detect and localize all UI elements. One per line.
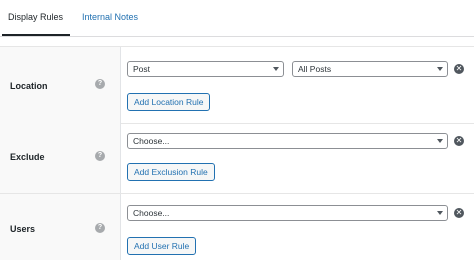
exclude-label-cell: Exclude ?: [0, 123, 121, 193]
tab-internal-notes[interactable]: Internal Notes: [82, 12, 138, 22]
location-type-select[interactable]: Post: [127, 61, 284, 77]
users-label: Users: [10, 224, 36, 234]
location-value-select[interactable]: All Posts: [292, 61, 448, 77]
chevron-down-icon: [437, 211, 443, 215]
exclude-row: Exclude ? Choose... ✕ Add Exclusion Rule: [0, 123, 474, 194]
add-exclusion-rule-button[interactable]: Add Exclusion Rule: [127, 163, 215, 181]
add-user-rule-button[interactable]: Add User Rule: [127, 237, 197, 255]
exclude-select[interactable]: Choose...: [127, 133, 448, 149]
remove-location-rule-icon[interactable]: ✕: [454, 64, 464, 74]
chevron-down-icon: [273, 67, 279, 71]
rules-table: Location ? Post All Posts ✕ Add Location…: [0, 46, 474, 260]
location-type-value: Post: [133, 64, 151, 74]
users-select[interactable]: Choose...: [127, 205, 448, 221]
exclude-help-icon[interactable]: ?: [95, 151, 105, 161]
add-location-rule-button[interactable]: Add Location Rule: [127, 93, 211, 111]
location-help-icon[interactable]: ?: [95, 79, 105, 89]
exclude-label: Exclude: [10, 152, 45, 162]
chevron-down-icon: [437, 139, 443, 143]
location-value-value: All Posts: [298, 64, 332, 74]
users-row: Users ? Choose... ✕ Add User Rule: [0, 194, 474, 260]
remove-exclusion-rule-icon[interactable]: ✕: [454, 136, 464, 146]
exclude-select-value: Choose...: [133, 136, 170, 146]
users-label-cell: Users ?: [0, 194, 121, 260]
remove-user-rule-icon[interactable]: ✕: [454, 208, 464, 218]
tab-bar: Display Rules Internal Notes: [0, 0, 474, 37]
location-label-cell: Location ?: [0, 47, 121, 123]
location-label: Location: [10, 81, 48, 91]
users-select-value: Choose...: [133, 208, 170, 218]
chevron-down-icon: [437, 67, 443, 71]
tab-display-rules[interactable]: Display Rules: [1, 12, 71, 36]
users-help-icon[interactable]: ?: [95, 223, 105, 233]
location-row: Location ? Post All Posts ✕ Add Location…: [0, 46, 474, 124]
